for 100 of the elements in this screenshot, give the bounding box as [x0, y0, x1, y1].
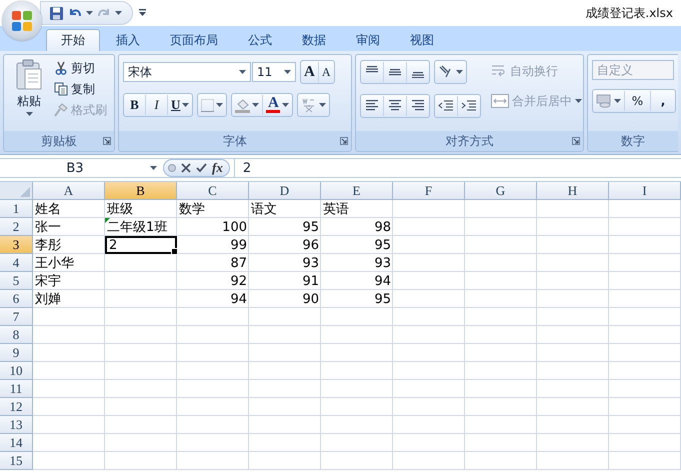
table-cell-text: 99	[229, 236, 248, 254]
column-header[interactable]: D	[249, 182, 321, 200]
table-cell-text: 87	[229, 254, 248, 272]
column-header[interactable]: I	[609, 182, 681, 200]
ribbon-tab[interactable]: 数据	[288, 29, 340, 51]
error-flag-icon	[105, 218, 110, 223]
align-left-icon[interactable]	[364, 100, 380, 112]
ribbon-tab[interactable]: 页面布局	[156, 29, 232, 51]
row-header[interactable]: 5	[0, 272, 33, 290]
ribbon-tab[interactable]: 审阅	[342, 29, 394, 51]
customize-toolbar-icon[interactable]	[139, 9, 146, 17]
group-label: 字体	[223, 132, 247, 150]
copy-button[interactable]: 复制	[54, 80, 107, 98]
table-cell-text: 二年级1班	[105, 218, 168, 236]
table-cell-text: 91	[301, 272, 320, 290]
dropdown-icon	[150, 166, 157, 170]
fill-handle[interactable]	[171, 248, 178, 255]
brush-icon	[54, 103, 68, 117]
insert-function-button[interactable]: fx	[212, 160, 223, 176]
formula-field[interactable]: 2	[234, 159, 681, 177]
table-cell-text: 96	[301, 236, 320, 254]
underline-button[interactable]: U	[168, 95, 192, 115]
row-header[interactable]: 2	[0, 218, 33, 236]
grow-font-button[interactable]: A	[301, 62, 319, 82]
border-icon	[201, 98, 214, 112]
table-cell-text: 94	[373, 272, 392, 290]
window-title: 成绩登记表.xlsx	[585, 4, 673, 22]
row-header[interactable]: 12	[0, 398, 33, 416]
ribbon-tab[interactable]: 公式	[234, 29, 286, 51]
group-label: 剪贴板	[41, 132, 77, 150]
paste-button[interactable]: 粘贴	[8, 59, 50, 131]
column-header[interactable]: H	[537, 182, 609, 200]
check-icon[interactable]	[196, 163, 207, 173]
table-cell-text: 94	[229, 290, 248, 308]
column-header[interactable]: A	[33, 182, 105, 200]
active-cell: 2	[105, 236, 177, 254]
font-size-field[interactable]: 11	[252, 62, 296, 82]
table-cell-text: 班级	[106, 201, 134, 218]
caret-icon	[282, 103, 290, 107]
money-icon	[596, 94, 612, 108]
paint-bucket-icon	[235, 98, 250, 112]
decrease-indent-icon[interactable]	[438, 100, 454, 112]
caret-icon	[216, 103, 224, 107]
align-right-icon[interactable]	[410, 100, 426, 112]
column-header[interactable]: C	[177, 182, 249, 200]
column-header[interactable]: B	[105, 182, 177, 200]
row-header[interactable]: 3	[0, 236, 33, 254]
row-header[interactable]: 9	[0, 344, 33, 362]
font-name-field[interactable]: 宋体	[123, 62, 251, 82]
group-label: 对齐方式	[446, 132, 494, 150]
row-header[interactable]: 15	[0, 452, 33, 470]
caret-icon	[239, 70, 246, 74]
row-header[interactable]: 14	[0, 434, 33, 452]
shrink-font-button[interactable]: A	[318, 62, 334, 82]
italic-button[interactable]: I	[146, 95, 168, 115]
comma-button[interactable]: ,	[651, 91, 675, 111]
row-header[interactable]: 4	[0, 254, 33, 272]
caret-icon	[575, 99, 582, 103]
cut-button[interactable]: 剪切	[54, 59, 107, 77]
increase-indent-icon[interactable]	[461, 100, 477, 112]
bold-button[interactable]: B	[124, 95, 146, 115]
dialog-launcher-icon[interactable]	[572, 137, 580, 145]
middle-align-icon[interactable]	[387, 66, 403, 78]
copy-icon	[54, 82, 68, 96]
column-header[interactable]: G	[465, 182, 537, 200]
row-header[interactable]: 13	[0, 416, 33, 434]
cancel-icon[interactable]	[181, 163, 191, 173]
row-header[interactable]: 1	[0, 200, 33, 218]
row-header[interactable]: 11	[0, 380, 33, 398]
caret-icon	[456, 70, 463, 74]
ribbon-tab[interactable]: 视图	[396, 29, 448, 51]
wrap-text-icon	[491, 64, 507, 78]
dialog-launcher-icon[interactable]	[340, 137, 348, 145]
row-header[interactable]: 6	[0, 290, 33, 308]
fill-color-button[interactable]	[232, 95, 264, 115]
table-cell-text: 100	[221, 218, 248, 236]
row-header[interactable]: 10	[0, 362, 33, 380]
align-center-icon[interactable]	[387, 100, 403, 112]
table-cell-text: 93	[373, 254, 392, 272]
scissors-icon	[54, 61, 68, 75]
column-header[interactable]: E	[321, 182, 393, 200]
merge-cells-icon	[491, 94, 509, 108]
row-header[interactable]: 8	[0, 326, 33, 344]
column-header[interactable]: F	[393, 182, 465, 200]
table-cell-text: 95	[373, 236, 392, 254]
table-cell-text: 李彤	[34, 237, 62, 254]
save-icon[interactable]	[49, 6, 64, 20]
percent-button[interactable]: %	[625, 91, 651, 111]
row-header[interactable]: 7	[0, 308, 33, 326]
table-cell-text: 98	[373, 218, 392, 236]
table-cell-text: 95	[373, 290, 392, 308]
clipboard-icon	[15, 59, 43, 91]
caret-icon	[182, 103, 190, 107]
table-cell-text: 张一	[34, 219, 62, 236]
group-label: 数字	[621, 132, 645, 150]
name-box[interactable]: B3	[0, 160, 150, 176]
dialog-launcher-icon[interactable]	[103, 137, 111, 145]
ribbon-tab[interactable]: 开始	[46, 29, 100, 51]
ribbon-tab[interactable]: 插入	[102, 29, 154, 51]
table-cell-text: 姓名	[34, 201, 62, 218]
